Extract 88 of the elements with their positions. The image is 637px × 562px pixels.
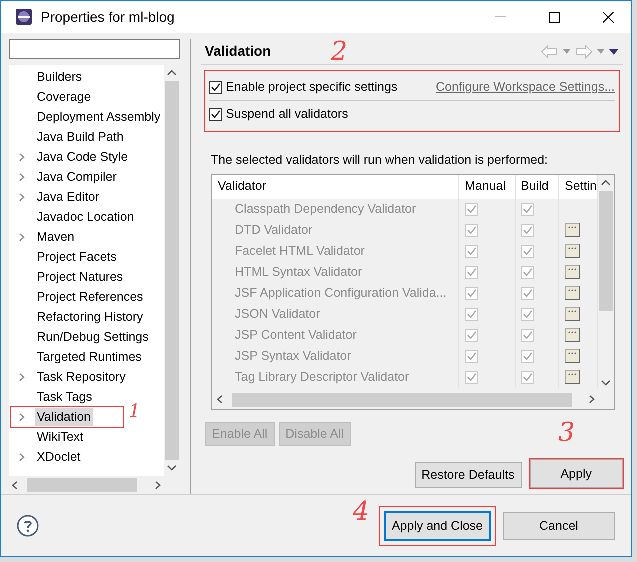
- annotation-number: 2: [331, 39, 348, 65]
- app-icon: [15, 8, 33, 26]
- checkbox[interactable]: [209, 108, 222, 120]
- checkmark-icon: [522, 226, 533, 235]
- checkmark-icon: [522, 288, 533, 298]
- apply-button[interactable]: Apply: [530, 459, 623, 488]
- tree-item[interactable]: Project References: [35, 288, 146, 306]
- annotation-number: 3: [558, 420, 575, 446]
- tree-item[interactable]: Coverage: [35, 88, 94, 106]
- checkmark-icon: [522, 372, 533, 382]
- restore-defaults-button[interactable]: Restore Defaults: [414, 462, 522, 488]
- tree-item[interactable]: Targeted Runtimes: [35, 348, 144, 366]
- dropdown-icon: [597, 49, 605, 54]
- ellipsis-icon: [568, 288, 578, 292]
- tree-item[interactable]: Deployment Assembly: [35, 108, 163, 126]
- menu-icon: [609, 48, 619, 54]
- filter-field[interactable]: [9, 39, 180, 59]
- vertical-scrollbar[interactable]: [164, 65, 180, 494]
- checkmark-icon: [466, 372, 477, 382]
- ellipsis-icon: [568, 226, 578, 229]
- tree-item[interactable]: Javadoc Location: [35, 208, 136, 226]
- table-cell: JSON Validator: [212, 304, 460, 325]
- tree-item[interactable]: Task Repository: [35, 368, 128, 386]
- scroll-right-icon: [588, 395, 596, 404]
- annotation-number: 1: [129, 403, 140, 421]
- table-cell: HTML Syntax Validator: [212, 262, 460, 283]
- tree-item[interactable]: Run/Debug Settings: [35, 328, 151, 346]
- annotation-number: 4: [353, 499, 370, 525]
- table-cell: Facelet HTML Validator: [212, 240, 460, 262]
- table-cell: JSP Syntax Validator: [212, 346, 460, 367]
- cancel-button[interactable]: Cancel: [503, 512, 615, 540]
- configure-link[interactable]: Configure Workspace Settings...: [436, 78, 615, 97]
- close-icon: [602, 12, 614, 22]
- window-title: Properties for ml-blog: [41, 8, 176, 27]
- ellipsis-icon: [568, 372, 578, 376]
- checkmark-icon: [466, 268, 477, 277]
- table-cell: DTD Validator: [212, 220, 460, 241]
- option-label: Enable project specific settings: [226, 79, 398, 96]
- tree-item[interactable]: Project Facets: [35, 248, 119, 266]
- tree-item[interactable]: Task Tags: [35, 388, 94, 406]
- checkmark-icon: [466, 204, 477, 214]
- checkmark-icon: [522, 204, 533, 214]
- tree-item[interactable]: XDoclet: [35, 448, 83, 466]
- checkmark-icon: [466, 310, 477, 319]
- description-text: The selected validators will run when validation is performed:: [211, 152, 550, 169]
- table-cell: JSF Application Configuration Valida...: [212, 282, 460, 304]
- tree-item[interactable]: Validation: [35, 408, 93, 426]
- ellipsis-icon: [568, 310, 578, 313]
- tree-item[interactable]: Java Build Path: [35, 128, 126, 146]
- table-cell: Classpath Dependency Validator: [212, 198, 460, 220]
- tree-item[interactable]: Java Code Style: [35, 148, 130, 166]
- checkmark-icon: [522, 246, 533, 256]
- checkmark-icon: [466, 288, 477, 298]
- checkmark-icon: [210, 110, 221, 118]
- ellipsis-icon: [568, 352, 578, 355]
- page-title: Validation: [205, 42, 272, 61]
- checkmark-icon: [210, 83, 221, 92]
- checkmark-icon: [466, 246, 477, 256]
- ellipsis-icon: [568, 268, 578, 271]
- table-cell: Tag Library Descriptor Validator: [212, 366, 460, 388]
- scroll-left-icon: [11, 480, 19, 490]
- forward-arrow-icon: [575, 44, 593, 58]
- checkmark-icon: [522, 268, 533, 277]
- checkmark-icon: [522, 330, 533, 340]
- checkbox[interactable]: [209, 81, 222, 94]
- back-arrow-icon: [541, 44, 559, 58]
- table-cell: JSP Content Validator: [212, 324, 460, 346]
- tree-item[interactable]: Java Compiler: [35, 168, 119, 186]
- tree-item[interactable]: Refactoring History: [35, 308, 146, 326]
- option-label: Suspend all validators: [226, 106, 348, 123]
- tree-item[interactable]: Java Editor: [35, 188, 102, 206]
- maximize-icon: [548, 12, 560, 22]
- tree-item[interactable]: Maven: [35, 228, 77, 246]
- tree-item[interactable]: WikiText: [35, 428, 86, 446]
- tree-item[interactable]: Project Natures: [35, 268, 126, 286]
- ellipsis-icon: [568, 246, 578, 250]
- minimize-icon: [494, 16, 506, 18]
- scroll-left-icon: [216, 395, 224, 404]
- ellipsis-icon: [568, 330, 578, 334]
- scroll-right-icon: [154, 480, 162, 490]
- checkmark-icon: [466, 330, 477, 340]
- checkmark-icon: [522, 352, 533, 361]
- checkmark-icon: [522, 310, 533, 319]
- tree-item[interactable]: Builders: [35, 68, 84, 86]
- checkmark-icon: [466, 226, 477, 235]
- help-icon: [17, 514, 39, 536]
- dropdown-icon: [563, 49, 571, 54]
- checkmark-icon: [466, 352, 477, 361]
